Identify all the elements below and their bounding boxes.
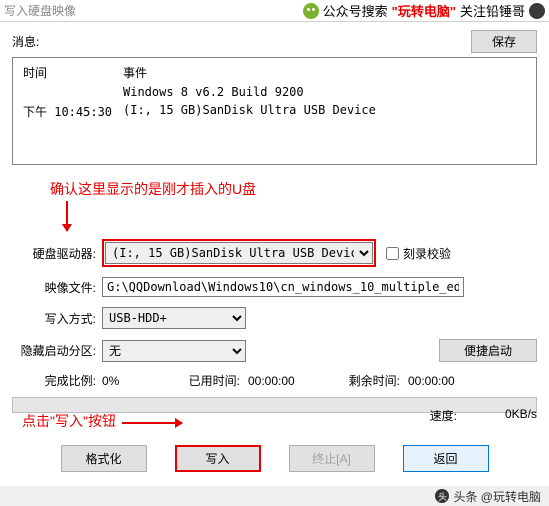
verify-checkbox-label: 刻录校验 — [403, 245, 451, 262]
progress-ratio-label: 完成比例: — [12, 372, 102, 389]
save-button[interactable]: 保存 — [471, 30, 537, 53]
speed-label: 速度: — [407, 407, 457, 431]
remain-time-value: 00:00:00 — [400, 374, 455, 388]
verify-checkbox-wrap[interactable]: 刻录校验 — [386, 245, 451, 262]
message-label: 消息: — [12, 33, 471, 50]
write-mode-label: 写入方式: — [12, 310, 102, 327]
drive-label: 硬盘驱动器: — [12, 245, 102, 262]
annotation-confirm-usb: 确认这里显示的是刚才插入的U盘 — [50, 179, 537, 199]
image-file-label: 映像文件: — [12, 279, 102, 296]
log-time-cell — [23, 85, 123, 99]
log-time-header: 时间 — [23, 64, 123, 81]
hidden-partition-label: 隐藏启动分区: — [12, 342, 102, 359]
log-time-cell: 下午 10:45:30 — [23, 103, 123, 120]
speed-value: 0KB/s — [457, 407, 537, 431]
footer-text: 头条 @玩转电脑 — [453, 488, 541, 505]
convenient-boot-button[interactable]: 便捷启动 — [439, 339, 537, 362]
promo-search-label: 公众号搜索 — [323, 1, 388, 20]
promo-brand: "玩转电脑" — [392, 1, 456, 20]
elapsed-time-label: 已用时间: — [170, 372, 240, 389]
drive-highlight: (I:, 15 GB)SanDisk Ultra USB Device — [102, 239, 376, 267]
message-log[interactable]: 时间 事件 Windows 8 v6.2 Build 9200 下午 10:45… — [12, 57, 537, 165]
format-button[interactable]: 格式化 — [61, 445, 147, 472]
window-titlebar: 写入硬盘映像 公众号搜索 "玩转电脑" 关注铅锤哥 — [0, 0, 549, 22]
abort-button: 终止[A] — [289, 445, 375, 472]
annotation-click-write: 点击"写入"按钮 — [22, 411, 182, 431]
window-title: 写入硬盘映像 — [4, 2, 76, 19]
log-event-cell: Windows 8 v6.2 Build 9200 — [123, 85, 304, 99]
write-button[interactable]: 写入 — [175, 445, 261, 472]
toutiao-icon: 头 — [435, 489, 449, 503]
progress-ratio-value: 0% — [102, 374, 170, 388]
hidden-partition-select[interactable]: 无 — [102, 340, 246, 362]
write-mode-select[interactable]: USB-HDD+ — [102, 307, 246, 329]
wechat-icon — [303, 3, 319, 19]
promo-follow: 关注铅锤哥 — [460, 1, 525, 20]
footer-watermark: 头 头条 @玩转电脑 — [0, 486, 549, 506]
remain-time-label: 剩余时间: — [330, 372, 400, 389]
image-file-input[interactable] — [102, 277, 464, 297]
elapsed-time-value: 00:00:00 — [240, 374, 330, 388]
back-button[interactable]: 返回 — [403, 445, 489, 472]
log-event-cell: (I:, 15 GB)SanDisk Ultra USB Device — [123, 103, 376, 120]
topbar-promo: 公众号搜索 "玩转电脑" 关注铅锤哥 — [303, 1, 545, 20]
hammer-icon — [529, 3, 545, 19]
arrow-down-icon — [66, 201, 68, 231]
arrow-right-icon — [122, 422, 182, 424]
verify-checkbox[interactable] — [386, 247, 399, 260]
drive-select[interactable]: (I:, 15 GB)SanDisk Ultra USB Device — [105, 242, 373, 264]
log-event-header: 事件 — [123, 64, 147, 81]
